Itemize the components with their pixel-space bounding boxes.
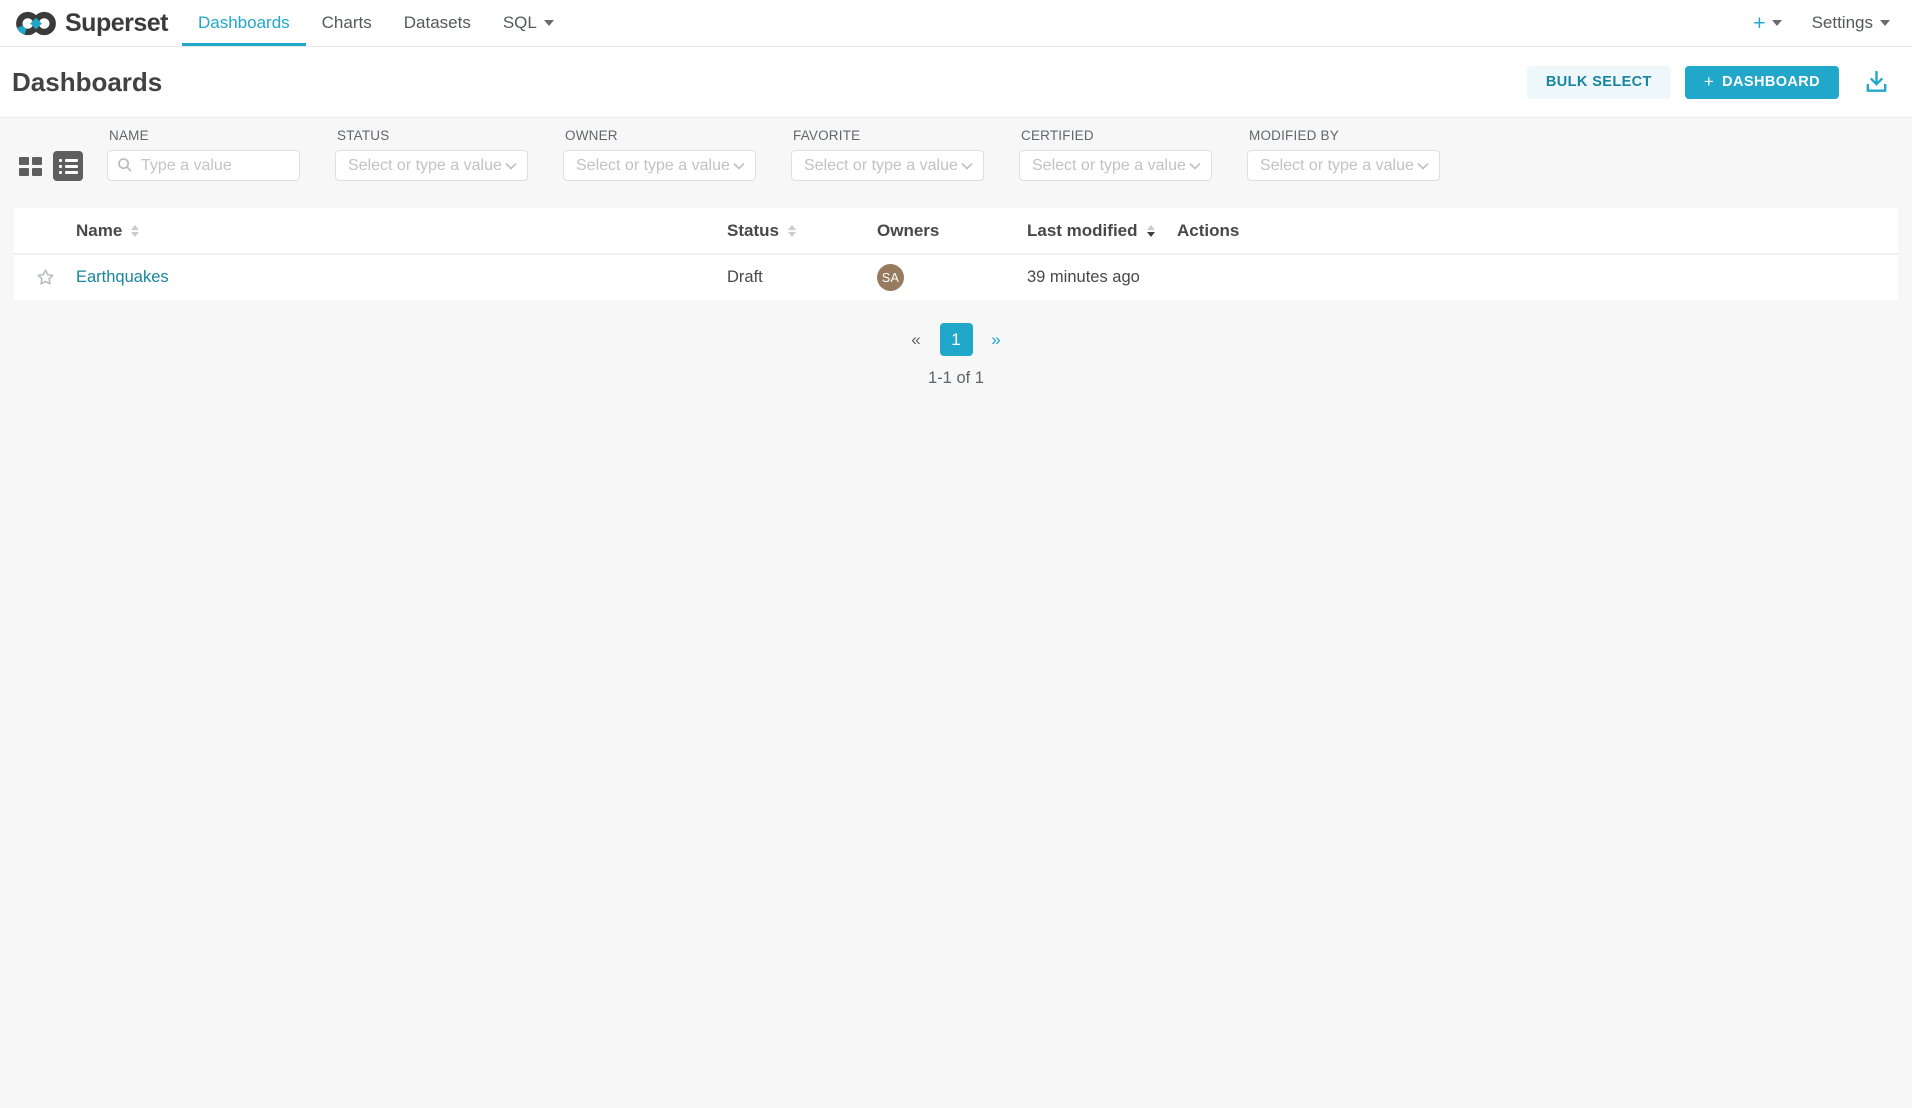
chevron-down-icon	[505, 162, 517, 170]
status-sort-control[interactable]: Status	[727, 221, 796, 241]
last-modified-column-header: Last modified	[1027, 208, 1177, 254]
pagination: « 1 »	[0, 323, 1912, 356]
filter-modified-by: MODIFIED BY Select or type a value	[1247, 128, 1440, 181]
filter-label: MODIFIED BY	[1247, 128, 1440, 143]
name-column-header: Name	[76, 208, 727, 254]
settings-menu-button[interactable]: Settings	[1812, 13, 1890, 33]
superset-infinity-icon	[15, 9, 57, 38]
filter-certified: CERTIFIED Select or type a value	[1019, 128, 1212, 181]
filter-owner: OWNER Select or type a value	[563, 128, 756, 181]
filter-status: STATUS Select or type a value	[335, 128, 528, 181]
chevron-down-icon	[544, 20, 554, 26]
status-filter-select[interactable]: Select or type a value	[335, 150, 528, 181]
actions-cell	[1177, 254, 1898, 300]
dashboards-table: Name Status Owners Last modified	[14, 208, 1898, 300]
owner-avatar[interactable]: SA	[877, 264, 904, 291]
main-nav: Dashboards Charts Datasets SQL	[182, 0, 570, 46]
chevron-down-icon	[1772, 20, 1782, 26]
last-modified-cell: 39 minutes ago	[1027, 254, 1177, 300]
chevron-down-icon	[1189, 162, 1201, 170]
pagination-summary: 1-1 of 1	[0, 369, 1912, 388]
nav-item-sql[interactable]: SQL	[487, 0, 570, 46]
pagination-page-1[interactable]: 1	[940, 323, 973, 356]
page-header: Dashboards BULK SELECT + DASHBOARD	[0, 47, 1912, 118]
nav-item-datasets[interactable]: Datasets	[388, 0, 487, 46]
filter-favorite: FAVORITE Select or type a value	[791, 128, 984, 181]
favorite-column-header	[14, 208, 76, 254]
status-cell: Draft	[727, 254, 877, 300]
list-view-icon	[59, 159, 78, 174]
download-tray-icon	[1863, 69, 1890, 95]
last-modified-sort-control[interactable]: Last modified	[1027, 221, 1155, 241]
superset-logo[interactable]: Superset	[0, 0, 182, 46]
actions-column-header: Actions	[1177, 208, 1898, 254]
nav-item-dashboards[interactable]: Dashboards	[182, 0, 306, 46]
sort-icon	[131, 225, 139, 237]
filter-label: FAVORITE	[791, 128, 984, 143]
top-navbar: Superset Dashboards Charts Datasets SQL …	[0, 0, 1912, 47]
sort-desc-icon	[1147, 225, 1155, 237]
new-item-menu-button[interactable]: +	[1753, 13, 1781, 34]
certified-filter-select[interactable]: Select or type a value	[1019, 150, 1212, 181]
owner-filter-select[interactable]: Select or type a value	[563, 150, 756, 181]
search-icon	[117, 157, 133, 173]
dashboard-link-earthquakes[interactable]: Earthquakes	[76, 268, 169, 286]
filter-name: NAME	[107, 128, 300, 181]
favorite-star-icon[interactable]	[35, 267, 56, 288]
chevron-down-icon	[961, 162, 973, 170]
filter-label: NAME	[107, 128, 300, 143]
chevron-down-icon	[1880, 20, 1890, 26]
chevron-down-icon	[1417, 162, 1429, 170]
plus-icon: +	[1753, 13, 1765, 34]
filter-label: STATUS	[335, 128, 528, 143]
card-view-toggle[interactable]	[15, 151, 45, 181]
pagination-next-button[interactable]: »	[980, 323, 1013, 356]
nav-item-charts[interactable]: Charts	[306, 0, 388, 46]
filter-label: OWNER	[563, 128, 756, 143]
table-header-row: Name Status Owners Last modified	[14, 208, 1898, 254]
sort-icon	[788, 225, 796, 237]
filter-bar: NAME STATUS Select or type a value OWNER…	[0, 128, 1912, 192]
import-dashboards-button[interactable]	[1859, 67, 1894, 97]
modified-by-filter-select[interactable]: Select or type a value	[1247, 150, 1440, 181]
add-dashboard-button[interactable]: + DASHBOARD	[1685, 66, 1839, 99]
table-row: Earthquakes Draft SA 39 minutes ago	[14, 254, 1898, 300]
bulk-select-button[interactable]: BULK SELECT	[1527, 66, 1671, 99]
list-view-toggle[interactable]	[53, 151, 83, 181]
page-title: Dashboards	[12, 67, 162, 98]
plus-icon: +	[1704, 72, 1714, 92]
status-column-header: Status	[727, 208, 877, 254]
filter-label: CERTIFIED	[1019, 128, 1212, 143]
grid-view-icon	[19, 157, 42, 176]
name-filter-input[interactable]	[107, 150, 300, 181]
brand-name: Superset	[65, 9, 168, 38]
pagination-prev-button[interactable]: «	[900, 323, 933, 356]
owners-column-header: Owners	[877, 208, 1027, 254]
name-sort-control[interactable]: Name	[76, 221, 139, 241]
favorite-filter-select[interactable]: Select or type a value	[791, 150, 984, 181]
chevron-down-icon	[733, 162, 745, 170]
